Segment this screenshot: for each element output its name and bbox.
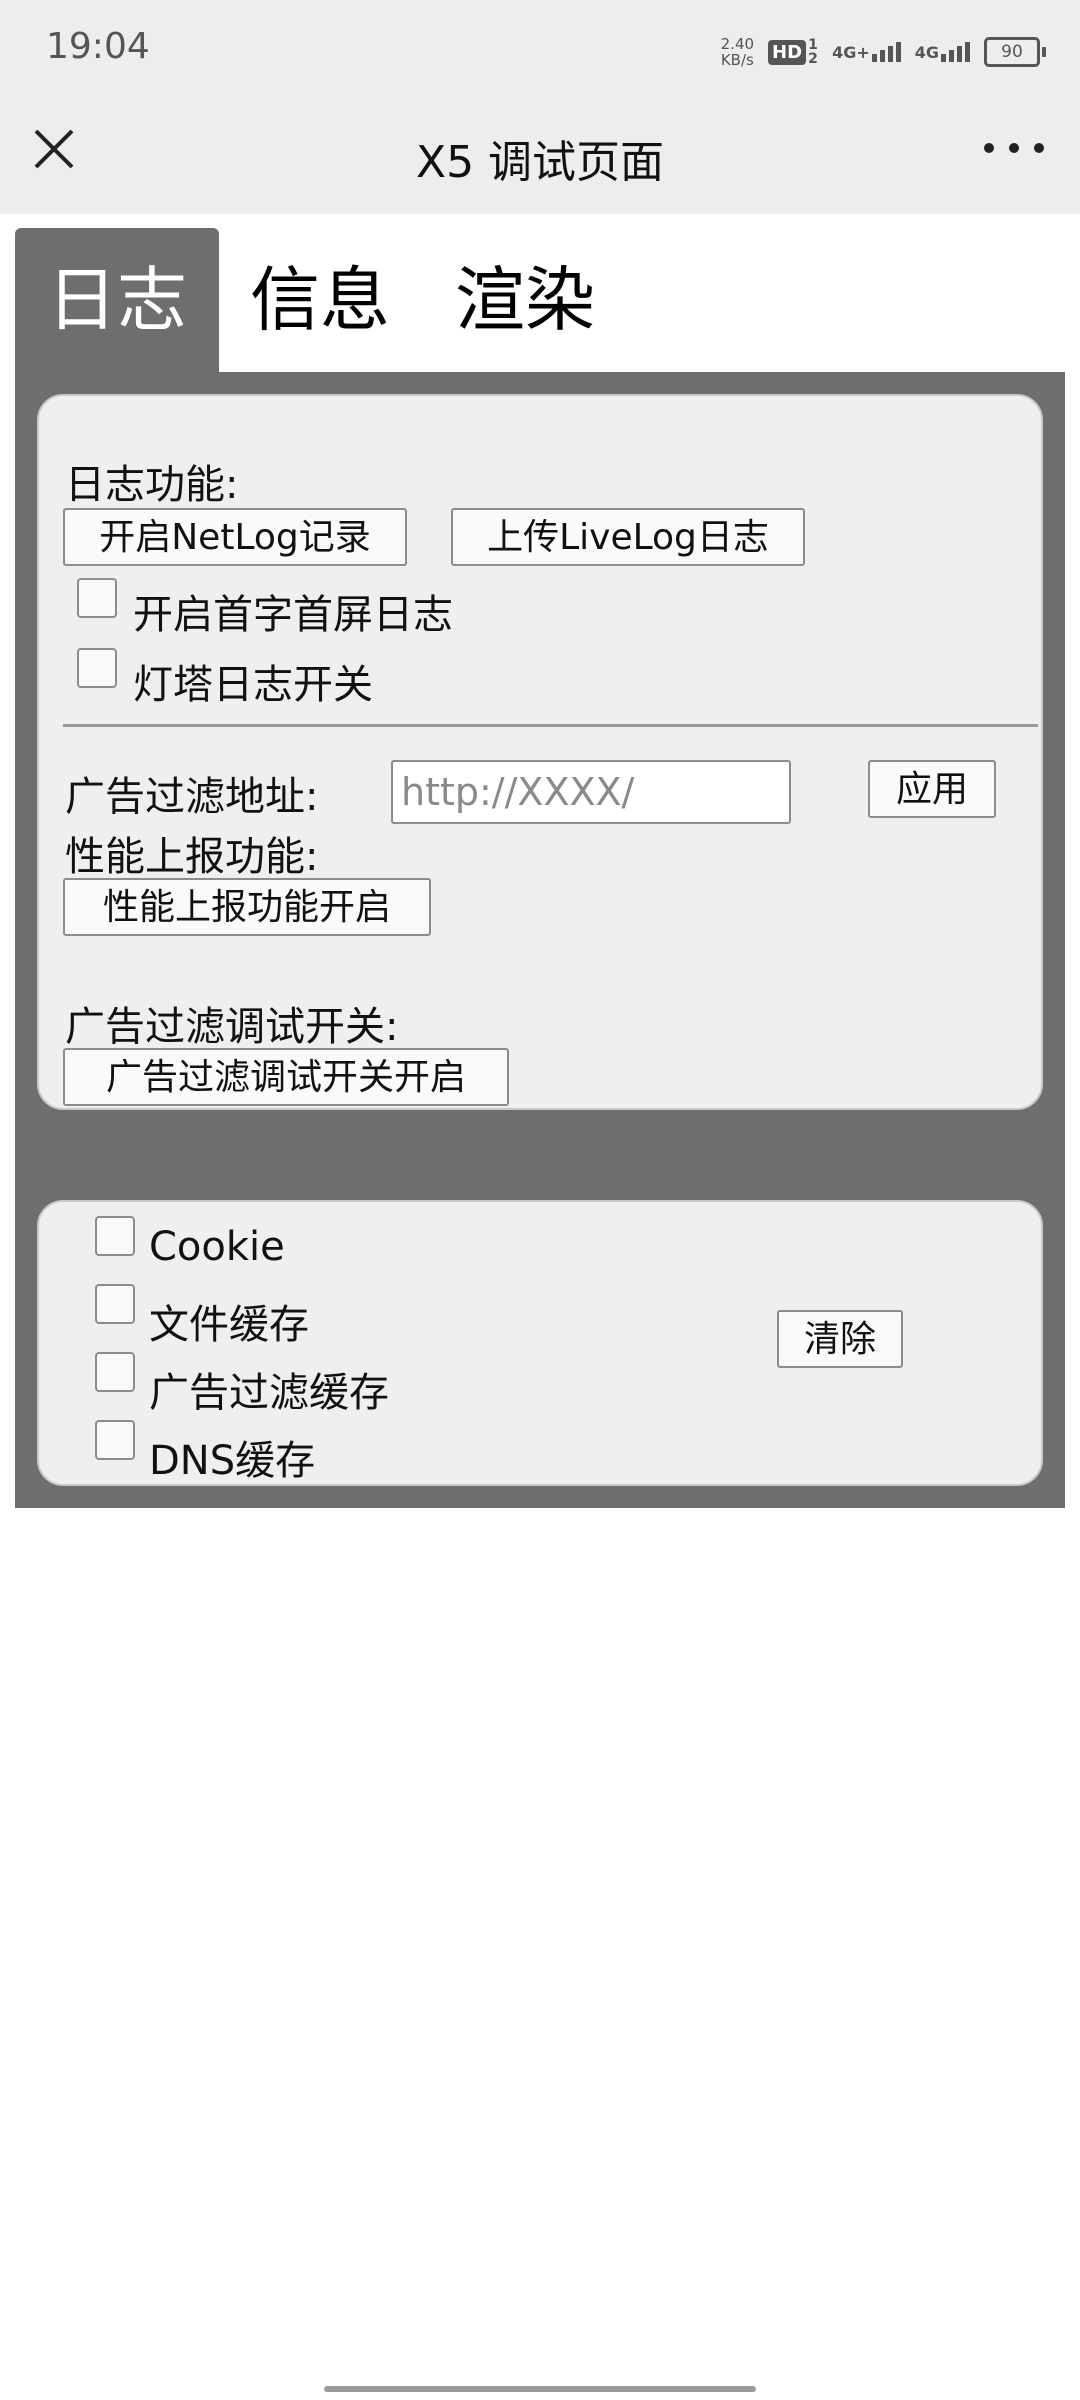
- apply-button[interactable]: 应用: [868, 760, 996, 818]
- ad-filter-url-input[interactable]: [391, 760, 791, 824]
- cache-item-label: 广告过滤缓存: [149, 1370, 389, 1416]
- ad-filter-label: 广告过滤地址:: [65, 774, 319, 820]
- page-title: X5 调试页面: [415, 137, 665, 188]
- tab-render[interactable]: 渲染: [445, 228, 605, 372]
- perf-report-button[interactable]: 性能上报功能开启: [63, 878, 431, 936]
- network-speed: 2.40 KB/s: [720, 35, 755, 69]
- upload-livelog-button[interactable]: 上传LiveLog日志: [451, 508, 805, 566]
- dns-cache-checkbox[interactable]: [95, 1420, 135, 1460]
- tab-log[interactable]: 日志: [15, 228, 219, 372]
- battery-icon: 90: [984, 37, 1046, 67]
- first-screen-log-label: 开启首字首屏日志: [133, 592, 453, 638]
- file-cache-checkbox[interactable]: [95, 1284, 135, 1324]
- netlog-button[interactable]: 开启NetLog记录: [63, 508, 407, 566]
- more-icon[interactable]: [984, 126, 1044, 170]
- cookie-checkbox[interactable]: [95, 1216, 135, 1256]
- hd-voice-icon: HD 1 2: [768, 38, 818, 66]
- perf-report-label: 性能上报功能:: [65, 834, 319, 880]
- cache-clear-card: Cookie 文件缓存 广告过滤缓存 DNS缓存 清除: [37, 1200, 1043, 1486]
- ad-debug-label: 广告过滤调试开关:: [65, 1004, 399, 1050]
- beacon-log-checkbox[interactable]: [77, 648, 117, 688]
- signal-sim2-icon: 4G: [915, 42, 970, 62]
- section-divider: [63, 724, 1038, 727]
- status-icons: 2.40 KB/s HD 1 2 4G+ 4G 90: [720, 30, 1046, 74]
- log-settings-card: 日志功能: 开启NetLog记录 上传LiveLog日志 开启首字首屏日志 灯塔…: [37, 394, 1043, 1110]
- ad-debug-button[interactable]: 广告过滤调试开关开启: [63, 1048, 509, 1106]
- home-indicator[interactable]: [324, 2386, 756, 2392]
- clear-button[interactable]: 清除: [777, 1310, 903, 1368]
- tab-info[interactable]: 信息: [240, 228, 400, 372]
- first-screen-log-checkbox[interactable]: [77, 578, 117, 618]
- ad-filter-cache-checkbox[interactable]: [95, 1352, 135, 1392]
- cache-item-label: 文件缓存: [149, 1302, 309, 1348]
- nav-bar: X5 调试页面: [0, 100, 1080, 214]
- log-section-title: 日志功能:: [65, 462, 239, 508]
- status-bar: 19:04 2.40 KB/s HD 1 2 4G+ 4G 90: [0, 0, 1080, 100]
- cache-item-label: Cookie: [149, 1224, 285, 1270]
- signal-sim1-icon: 4G+: [832, 42, 901, 62]
- beacon-log-label: 灯塔日志开关: [133, 662, 373, 708]
- status-time: 19:04: [46, 26, 150, 67]
- cache-item-label: DNS缓存: [149, 1438, 316, 1484]
- tab-content-panel: 日志功能: 开启NetLog记录 上传LiveLog日志 开启首字首屏日志 灯塔…: [15, 372, 1065, 1508]
